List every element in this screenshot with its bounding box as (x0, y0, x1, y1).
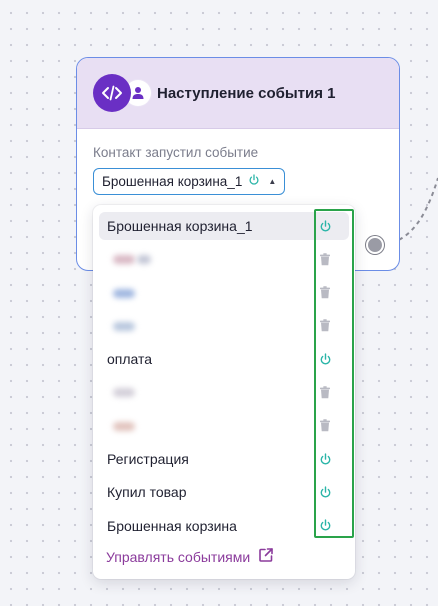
output-port[interactable] (366, 236, 384, 254)
event-item-label (107, 285, 313, 301)
event-select[interactable]: Брошенная корзина_1 ▲ (93, 168, 286, 195)
trash-icon[interactable] (313, 419, 337, 432)
trash-icon[interactable] (313, 386, 337, 399)
event-item-label (107, 418, 313, 434)
event-item[interactable]: Регистрация (99, 445, 349, 473)
caret-up-icon: ▲ (268, 177, 277, 186)
power-icon[interactable] (313, 219, 337, 233)
event-item[interactable]: Купил товар (99, 478, 349, 506)
power-icon (248, 174, 260, 189)
event-item[interactable] (99, 312, 349, 340)
event-item[interactable]: оплата (99, 345, 349, 373)
event-item[interactable] (99, 378, 349, 406)
code-icon (93, 74, 131, 112)
external-link-icon (258, 547, 274, 566)
trash-icon[interactable] (313, 253, 337, 266)
event-dropdown: Брошенная корзина_1 оплата Регистрация Купи… (93, 205, 355, 579)
node-header: Наступление события 1 (77, 58, 399, 129)
event-list: Брошенная корзина_1 оплата Регистрация Купи… (93, 205, 355, 540)
power-icon[interactable] (313, 353, 337, 366)
event-item-label (107, 318, 313, 334)
selected-event: Брошенная корзина_1 (102, 174, 243, 189)
event-item-label: Купил товар (107, 484, 187, 501)
trash-icon[interactable] (313, 319, 337, 332)
redacted-text (113, 255, 135, 265)
event-item[interactable] (99, 245, 349, 273)
event-item[interactable]: Брошенная корзина_1 (99, 212, 349, 240)
redacted-text (113, 388, 135, 398)
event-item-label: Регистрация (107, 451, 189, 468)
trash-icon[interactable] (313, 286, 337, 299)
manage-events-link[interactable]: Управлять событиями (106, 547, 274, 566)
node-title: Наступление события 1 (157, 84, 336, 102)
event-item[interactable] (99, 412, 349, 440)
event-item-label: Брошенная корзина_1 (107, 218, 253, 234)
event-item[interactable] (99, 279, 349, 307)
event-item-label: Брошенная корзина (107, 517, 237, 534)
event-item-label (107, 251, 313, 267)
manage-events-label: Управлять событиями (106, 548, 251, 565)
redacted-text (113, 321, 135, 331)
redacted-text (137, 255, 151, 265)
field-label: Контакт запустил событие (93, 145, 259, 160)
event-item[interactable]: Брошенная корзина (99, 512, 349, 540)
event-item-label: оплата (107, 351, 153, 368)
event-item-label (107, 384, 313, 400)
redacted-text (113, 288, 135, 298)
power-icon[interactable] (313, 519, 337, 532)
redacted-text (113, 421, 135, 431)
power-icon[interactable] (313, 486, 337, 499)
power-icon[interactable] (313, 452, 337, 466)
